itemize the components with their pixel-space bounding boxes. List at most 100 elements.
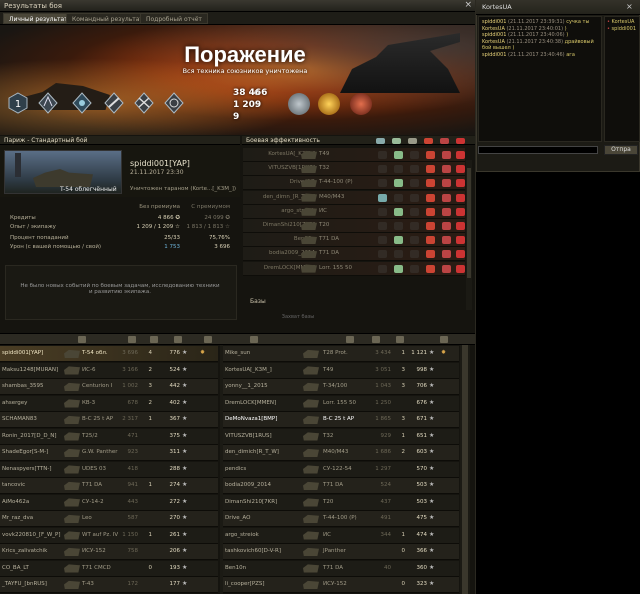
table-row[interactable]: spiddi001[YAP] T-54 обл. 3 696 4 776 ★ ✸ xyxy=(0,346,218,362)
xp-value: 272 xyxy=(169,498,181,505)
block-icon xyxy=(410,165,419,174)
chat-author: spiddi001 xyxy=(482,19,507,25)
tab-bar: Личный результат Командный результат Под… xyxy=(0,12,475,25)
efficiency-row[interactable]: DremLOCK[MMEN] Lorr. 155 50 xyxy=(243,261,465,276)
xp-star-icon: ★ xyxy=(182,398,188,406)
achievement-icon[interactable] xyxy=(288,93,310,115)
table-row[interactable]: bodia2009_2014 T71 DA 524 503 ★ xyxy=(223,478,459,494)
sort-kills-icon[interactable] xyxy=(150,336,158,343)
close-icon[interactable]: × xyxy=(464,0,472,10)
tank-icon xyxy=(64,415,80,424)
table-row[interactable]: li_cooper[PZS] ИСУ-152 0 323 ★ xyxy=(223,577,459,593)
table-row[interactable]: Krics_zalivatchik ИСУ-152 758 206 ★ xyxy=(0,544,218,560)
chat-user[interactable]: spiddi001 xyxy=(607,26,637,33)
tank-name: T-54 обл. xyxy=(82,350,108,356)
damage-value: 1 002 xyxy=(122,383,138,389)
chat-user[interactable]: KortesUA xyxy=(607,19,637,26)
chat-close-icon[interactable]: × xyxy=(626,2,633,11)
efficiency-row[interactable]: VITUSZVB[1RUS] T32 xyxy=(243,162,465,177)
table-row[interactable]: SCHAMAN83 B-C 25 t AP 2 317 1 367 ★ xyxy=(0,412,218,428)
xp-value: 474 xyxy=(416,531,428,538)
efficiency-row[interactable]: KortesUA[_K3M_] T49 xyxy=(243,148,465,162)
lbz-badge-icon xyxy=(72,92,92,114)
tab-personal[interactable]: Личный результат xyxy=(3,13,74,24)
tab-team[interactable]: Командный результат xyxy=(66,13,149,24)
tank-icon xyxy=(303,564,319,573)
sort-tank-icon[interactable] xyxy=(78,336,86,343)
efficiency-row[interactable]: Ben10nT71 DA xyxy=(243,233,465,248)
chat-text: бой вышел ) xyxy=(482,45,515,51)
table-row[interactable]: KortesUA[_K3M_] T49 3 051 3 998 ★ xyxy=(223,362,459,379)
efficiency-row[interactable]: DimanShi210[7KR] T20 xyxy=(243,219,465,233)
chat-timestamp: (21.11.2017 23:40:38) xyxy=(506,38,564,45)
xp-star-icon: ★ xyxy=(429,580,435,587)
xp-value: 442 xyxy=(169,383,181,389)
table-row[interactable]: VITUSZVB[1RUS] T32 929 1 651 ★ xyxy=(223,428,459,445)
efficiency-row[interactable]: den_dimn_[R_T_W] M40/M43 xyxy=(243,190,465,205)
xp-star-icon: ★ xyxy=(429,547,435,554)
table-row[interactable]: Mr_raz_dva Leo 587 270 ★ xyxy=(0,511,218,527)
tank-name: СУ-122-54 xyxy=(323,465,352,472)
sort-xp-icon[interactable] xyxy=(396,336,404,343)
achievement-mark-icon[interactable] xyxy=(350,93,372,115)
table-row[interactable]: CO_BA_LT T71 CMCD 0 193 ★ xyxy=(0,560,218,577)
table-row[interactable]: Mike_sun T28 Prot. 3 434 1 1 121 ★ ✸ xyxy=(223,346,459,362)
chat-title[interactable]: KortesUA xyxy=(476,0,640,15)
table-row[interactable]: DimanShi210[7KR] T20 437 503 ★ xyxy=(223,494,459,511)
tank-icon xyxy=(303,531,319,540)
table-row[interactable]: ahsergey КВ-3 678 2 402 ★ xyxy=(0,395,218,412)
efficiency-scrollbar[interactable] xyxy=(466,160,472,310)
tank-name: T71 DA xyxy=(82,482,103,488)
table-row[interactable]: DeMoNvaza1[BMP] B-C 25 t AP 1 865 3 671 ★ xyxy=(223,412,459,428)
table-row[interactable]: DremLOCK[MMEN] Lorr. 155 50 1 250 676 ★ xyxy=(223,395,459,412)
efficiency-row[interactable]: bodia2009_2014 T71 DA xyxy=(243,247,465,262)
table-row[interactable]: Nenaspyers[TTN-] UDES 03 418 288 ★ xyxy=(0,461,218,478)
rank-medal-icon: 1 xyxy=(8,92,28,114)
table-row[interactable]: argo_streiok ИС 344 1 474 ★ xyxy=(223,527,459,544)
sort-xp-icon[interactable] xyxy=(174,336,182,343)
sort-damage-icon[interactable] xyxy=(128,336,136,343)
table-row[interactable]: Maksu1248[MURAN] ИС-6 3 166 2 524 ★ xyxy=(0,362,218,379)
sort-damage-icon[interactable] xyxy=(346,336,354,343)
damage-value: 2 317 xyxy=(122,416,138,422)
table-row[interactable]: yonny__1_2015 T-34/100 1 043 3 706 ★ xyxy=(223,379,459,395)
player-name: spiddi001[YAP] xyxy=(2,350,44,356)
player-name: spiddi001[YAP] xyxy=(130,159,190,168)
player-name: yonny__1_2015 xyxy=(225,383,268,389)
tank-name: B-C 25 t AP xyxy=(82,416,114,422)
table-row[interactable]: shambas_3595 Centurion I 1 002 3 442 ★ xyxy=(0,379,218,395)
table-row[interactable]: _TAYFU_[bnRUS] T-43 172 177 ★ xyxy=(0,577,218,593)
sort-tank-icon[interactable] xyxy=(250,336,258,343)
sort-medal-icon[interactable] xyxy=(440,336,448,343)
table-row[interactable]: tashkovich60[D-V-R] JPanther 0 366 ★ xyxy=(223,544,459,560)
tank-icon xyxy=(64,564,80,573)
sort-medal-icon[interactable] xyxy=(204,336,212,343)
table-row[interactable]: ShadeEgor[S-M-] G.W. Panther 923 311 ★ xyxy=(0,445,218,461)
damage-value: 491 xyxy=(380,515,392,521)
damage-value: 172 xyxy=(127,581,139,587)
sort-kills-icon[interactable] xyxy=(372,336,380,343)
table-row[interactable]: den_dimich[R_T_W] M40/M43 1 686 2 603 ★ xyxy=(223,445,459,461)
window-titlebar[interactable]: Результаты боя × xyxy=(0,0,475,12)
table-row[interactable]: tancovic T71 DA 941 1 274 ★ xyxy=(0,478,218,494)
block-icon xyxy=(408,138,417,144)
stats-header: Без премиума С премиумом xyxy=(10,204,235,212)
table-row[interactable]: vovk220810_[F_W_P] WT auf Pz. IV 1 150 1 261… xyxy=(0,527,218,544)
table-row[interactable]: Ronin_2017[D_D_N] T25/2 471 375 ★ xyxy=(0,428,218,445)
table-row[interactable]: pendics СУ-122-54 1 297 570 ★ xyxy=(223,461,459,478)
player-name: ahsergey xyxy=(2,399,28,406)
table-row[interactable]: Ben10n T71 DA 40 360 ★ xyxy=(223,560,459,577)
xp-star-icon: ★ xyxy=(429,431,435,439)
chat-send-button[interactable]: Отпра xyxy=(604,145,638,155)
efficiency-row[interactable]: argo_streiok ИС xyxy=(243,204,465,219)
table-row[interactable]: Drive_AO T-44-100 (P) 491 475 ★ xyxy=(223,511,459,527)
chat-input[interactable] xyxy=(478,146,598,154)
efficiency-row[interactable]: Drive_AOT-44-100 (P) xyxy=(243,176,465,191)
achievement-medal-icon[interactable] xyxy=(318,93,340,115)
spot-icon xyxy=(378,193,387,202)
tab-detailed[interactable]: Подробный отчёт xyxy=(140,13,208,24)
chat-timestamp: (21.11.2017 23:40:06) xyxy=(508,32,565,38)
teams-scrollbar[interactable] xyxy=(460,345,470,594)
table-row[interactable]: AiMo462a СУ-14-2 443 272 ★ xyxy=(0,494,218,511)
tank-icon xyxy=(64,382,80,391)
